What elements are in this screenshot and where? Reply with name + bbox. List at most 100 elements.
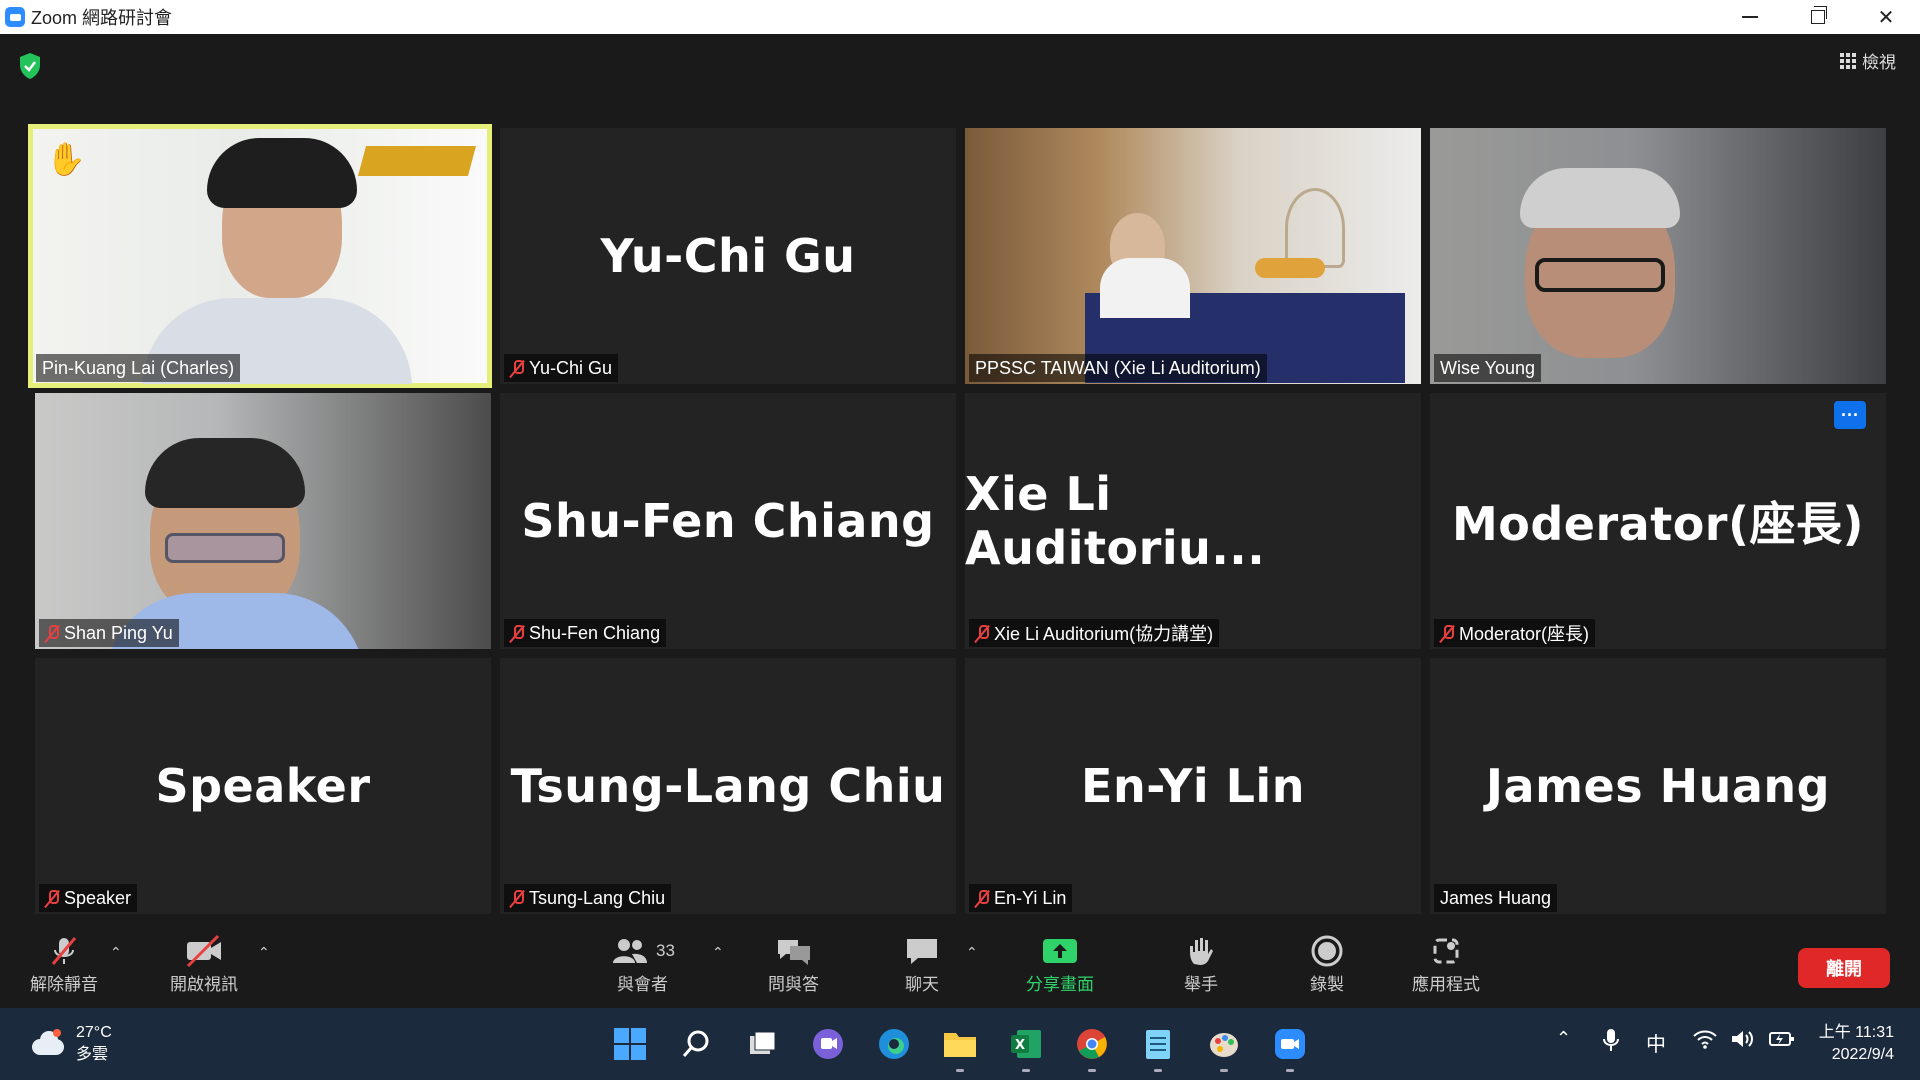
edge-browser-app[interactable] (874, 1024, 914, 1064)
weather-temperature: 27°C (76, 1024, 112, 1041)
input-method-indicator[interactable]: 中 (1646, 1028, 1666, 1057)
mic-off-icon (47, 932, 81, 970)
search-button[interactable] (676, 1024, 716, 1064)
task-view-button[interactable] (742, 1024, 782, 1064)
participants-button[interactable]: 33 與會者 (610, 932, 675, 995)
meeting-toolbar: 解除靜音 ⌃ 開啟視訊 ⌃ 33 與會者 ⌃ 問與答 聊天 ⌃ 分享畫面 舉手 … (0, 924, 1920, 1008)
apps-icon (1429, 932, 1463, 970)
start-button[interactable] (610, 1024, 650, 1064)
mic-muted-icon (510, 359, 524, 377)
mic-muted-icon (1440, 624, 1454, 642)
iams-logo (357, 146, 477, 176)
video-tile-tsung-lang-chiu[interactable]: Tsung-Lang Chiu Tsung-Lang Chiu (500, 658, 956, 914)
view-button[interactable]: 檢視 (1840, 48, 1896, 73)
tile-name-label: Pin-Kuang Lai (Charles) (36, 354, 241, 382)
weather-widget[interactable]: 27°C 多雲 (28, 1022, 112, 1066)
video-tile-wise-young[interactable]: Wise Young (1430, 128, 1886, 384)
notepad-app[interactable] (1138, 1024, 1178, 1072)
task-view-icon (750, 1031, 776, 1054)
participant-glasses (165, 533, 285, 563)
encryption-shield-icon[interactable] (18, 52, 42, 80)
chat-caret-icon[interactable]: ⌃ (966, 944, 978, 961)
video-off-icon (184, 932, 224, 970)
title-bar: Zoom 網路研討會 ✕ (0, 0, 1920, 34)
minimize-button[interactable] (1716, 0, 1784, 34)
chrome-app[interactable] (1072, 1024, 1112, 1072)
tile-display-name: James Huang (1485, 759, 1831, 813)
speaker-shirt (1100, 258, 1190, 318)
participant-glasses (1535, 258, 1665, 292)
system-clock[interactable]: 上午 11:31 2022/9/4 (1819, 1022, 1894, 1066)
folder-icon (944, 1033, 976, 1057)
video-tile-pin-kuang-lai[interactable]: ✋ Pin-Kuang Lai (Charles) (28, 124, 492, 388)
restore-button[interactable] (1784, 0, 1852, 34)
video-tile-ppssc-taiwan[interactable]: PPSSC TAIWAN (Xie Li Auditorium) (965, 128, 1421, 384)
search-icon (682, 1030, 709, 1057)
apps-button[interactable]: 應用程式 (1412, 932, 1480, 995)
tile-display-name: Xie Li Auditoriu... (965, 467, 1266, 575)
leave-button[interactable]: 離開 (1798, 948, 1890, 988)
record-button[interactable]: 錄製 (1310, 932, 1344, 995)
video-tile-speaker[interactable]: Speaker Speaker (35, 658, 491, 914)
video-tile-shan-ping-yu[interactable]: Shan Ping Yu (35, 393, 491, 649)
teams-chat-app[interactable] (808, 1024, 848, 1064)
show-hidden-icons-chevron-icon[interactable]: ⌃ (1556, 1028, 1571, 1049)
chat-icon (904, 932, 940, 970)
chat-button[interactable]: 聊天 (904, 932, 940, 995)
audio-options-caret-icon[interactable]: ⌃ (110, 944, 122, 961)
more-options-button[interactable]: ··· (1834, 401, 1866, 429)
file-explorer-app[interactable] (940, 1024, 980, 1072)
video-tile-xie-li-auditorium[interactable]: Xie Li Auditoriu... Xie Li Auditorium(協力… (965, 393, 1421, 649)
decoration (1285, 188, 1345, 268)
svg-text:X: X (1015, 1038, 1025, 1053)
participant-hair (145, 438, 305, 508)
tile-name-label: Yu-Chi Gu (504, 354, 619, 382)
volume-icon[interactable] (1730, 1028, 1756, 1055)
qa-icon (774, 932, 814, 970)
edge-icon (879, 1029, 909, 1059)
hand-icon (1184, 932, 1218, 970)
video-tile-moderator[interactable]: Moderator(座長) ··· Moderator(座長) (1430, 393, 1886, 649)
paint-app[interactable] (1204, 1024, 1244, 1072)
tile-display-name: Moderator(座長) (1451, 497, 1865, 551)
tile-name-label: Moderator(座長) (1434, 619, 1596, 647)
video-tile-james-huang[interactable]: James Huang James Huang (1430, 658, 1886, 914)
wifi-icon[interactable] (1692, 1028, 1718, 1055)
excel-icon: X (1011, 1030, 1041, 1058)
zoom-app[interactable] (1270, 1024, 1310, 1072)
unmute-button[interactable]: 解除靜音 (30, 932, 98, 995)
clock-time: 上午 11:31 (1818, 1024, 1894, 1041)
meeting-area: 檢視 ✋ Pin-Kuang Lai (Charles) Yu-Chi Gu Y… (0, 34, 1920, 1008)
excel-app[interactable]: X (1006, 1024, 1046, 1072)
tile-name-label: En-Yi Lin (969, 884, 1073, 912)
share-screen-button[interactable]: 分享畫面 (1026, 932, 1094, 995)
tile-display-name: Yu-Chi Gu (600, 229, 856, 283)
zoom-icon (1275, 1029, 1305, 1059)
battery-charging-icon[interactable] (1768, 1028, 1796, 1055)
raised-hand-icon: ✋ (46, 141, 86, 177)
view-label: 檢視 (1862, 53, 1896, 72)
raise-hand-button[interactable]: 舉手 (1184, 932, 1218, 995)
grid-view-icon (1840, 52, 1856, 69)
participants-caret-icon[interactable]: ⌃ (712, 944, 724, 961)
mic-muted-icon (45, 624, 59, 642)
close-button[interactable]: ✕ (1852, 0, 1920, 34)
video-tile-yu-chi-gu[interactable]: Yu-Chi Gu Yu-Chi Gu (500, 128, 956, 384)
tile-name-label: Xie Li Auditorium(協力講堂) (969, 619, 1220, 647)
share-screen-icon (1040, 932, 1080, 970)
start-video-button[interactable]: 開啟視訊 (170, 932, 238, 995)
microphone-tray-icon[interactable] (1602, 1028, 1620, 1057)
qa-button[interactable]: 問與答 (768, 932, 819, 995)
tile-name-label: Wise Young (1434, 354, 1542, 382)
video-options-caret-icon[interactable]: ⌃ (258, 944, 270, 961)
notepad-icon (1146, 1030, 1170, 1059)
mic-muted-icon (45, 889, 59, 907)
mic-muted-icon (510, 889, 524, 907)
video-tile-shu-fen-chiang[interactable]: Shu-Fen Chiang Shu-Fen Chiang (500, 393, 956, 649)
mic-muted-icon (975, 624, 989, 642)
window-title: Zoom 網路研討會 (31, 8, 173, 28)
restore-icon (1811, 6, 1827, 24)
tile-display-name: En-Yi Lin (1081, 759, 1305, 813)
video-tile-en-yi-lin[interactable]: En-Yi Lin En-Yi Lin (965, 658, 1421, 914)
tile-name-label: James Huang (1434, 884, 1558, 912)
